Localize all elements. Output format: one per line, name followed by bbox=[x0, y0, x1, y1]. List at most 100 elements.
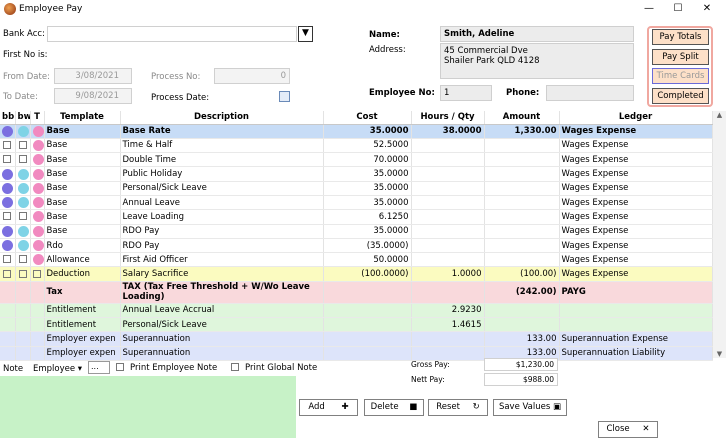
table-row[interactable]: Entitlement Personal/Sick Leave 1.4615 bbox=[0, 317, 713, 333]
template-cell[interactable]: Base bbox=[44, 224, 121, 239]
description-cell[interactable]: Time & Half bbox=[120, 138, 324, 154]
table-row[interactable]: Base Double Time 70.0000 Wages Expense bbox=[0, 152, 713, 168]
table-row[interactable]: Entitlement Annual Leave Accrual 2.9230 bbox=[0, 303, 713, 319]
cost-cell[interactable] bbox=[323, 317, 412, 333]
bw-cell[interactable] bbox=[15, 303, 31, 319]
cost-cell[interactable] bbox=[323, 331, 412, 347]
bb-cell[interactable] bbox=[0, 124, 16, 139]
amount-cell[interactable] bbox=[484, 152, 560, 168]
checkbox[interactable] bbox=[18, 212, 27, 221]
bb-cell[interactable] bbox=[0, 252, 16, 268]
table-row[interactable]: Base Personal/Sick Leave 35.0000 Wages Expe… bbox=[0, 181, 713, 196]
bb-flag-icon[interactable] bbox=[2, 225, 13, 237]
amount-cell[interactable] bbox=[484, 252, 560, 268]
checkbox[interactable] bbox=[3, 255, 12, 264]
col-cost[interactable]: Cost bbox=[323, 111, 412, 125]
ledger-cell[interactable]: Wages Expense bbox=[559, 209, 713, 225]
checkbox[interactable] bbox=[33, 269, 41, 278]
bw-cell[interactable] bbox=[15, 195, 31, 211]
description-cell[interactable]: Leave Loading bbox=[120, 209, 324, 225]
col-t[interactable]: T bbox=[30, 111, 45, 125]
hours-cell[interactable]: 1.0000 bbox=[411, 266, 485, 282]
add-button[interactable]: Add ✚ bbox=[299, 399, 358, 416]
t-cell[interactable] bbox=[30, 317, 45, 333]
bw-cell[interactable] bbox=[15, 252, 31, 268]
first-no-input[interactable] bbox=[47, 47, 289, 63]
type-flag-icon[interactable] bbox=[32, 197, 43, 209]
description-cell[interactable]: Personal/Sick Leave bbox=[120, 317, 324, 333]
col-description[interactable]: Description bbox=[120, 111, 324, 125]
delete-button[interactable]: Delete ■ bbox=[364, 399, 424, 416]
template-cell[interactable]: Base bbox=[44, 152, 121, 168]
to-date-input[interactable]: 9/08/2021 bbox=[54, 88, 132, 104]
template-cell[interactable]: Base bbox=[44, 166, 121, 182]
scroll-down-icon[interactable]: ▼ bbox=[713, 350, 726, 358]
description-cell[interactable]: TAX (Tax Free Threshold + W/Wo Leave Loa… bbox=[120, 281, 324, 304]
type-flag-icon[interactable] bbox=[32, 240, 43, 252]
bb-cell[interactable] bbox=[0, 317, 16, 333]
template-cell[interactable]: Allowance bbox=[44, 252, 121, 268]
table-row[interactable]: Deduction Salary Sacrifice (100.0000) 1.000… bbox=[0, 266, 713, 282]
type-flag-icon[interactable] bbox=[32, 225, 43, 237]
bb-flag-icon[interactable] bbox=[2, 168, 13, 180]
hours-cell[interactable] bbox=[411, 331, 485, 347]
amount-cell[interactable] bbox=[484, 238, 560, 254]
bb-cell[interactable] bbox=[0, 266, 16, 282]
t-cell[interactable] bbox=[30, 266, 45, 282]
template-cell[interactable]: Rdo bbox=[44, 238, 121, 254]
bb-flag-icon[interactable] bbox=[2, 197, 13, 209]
table-row[interactable]: Base Leave Loading 6.1250 Wages Expense bbox=[0, 209, 713, 225]
bw-flag-icon[interactable] bbox=[17, 197, 29, 209]
hours-cell[interactable] bbox=[411, 138, 485, 154]
amount-cell[interactable] bbox=[484, 209, 560, 225]
cost-cell[interactable]: 70.0000 bbox=[323, 152, 412, 168]
description-cell[interactable]: Annual Leave bbox=[120, 195, 324, 211]
bw-cell[interactable] bbox=[15, 209, 31, 225]
checkbox[interactable] bbox=[18, 155, 27, 164]
ledger-cell[interactable]: Wages Expense bbox=[559, 181, 713, 196]
table-row[interactable]: Base Time & Half 52.5000 Wages Expense bbox=[0, 138, 713, 154]
ledger-cell[interactable]: Superannuation Expense bbox=[559, 331, 713, 347]
hours-cell[interactable]: 2.9230 bbox=[411, 303, 485, 319]
t-cell[interactable] bbox=[30, 152, 45, 168]
description-cell[interactable]: Superannuation bbox=[120, 346, 324, 361]
note-browse-button[interactable]: ... bbox=[88, 361, 110, 374]
amount-cell[interactable] bbox=[484, 303, 560, 319]
ledger-cell[interactable]: Wages Expense bbox=[559, 252, 713, 268]
bb-cell[interactable] bbox=[0, 346, 16, 361]
time-cards-button[interactable]: Time Cards bbox=[652, 68, 709, 84]
bb-cell[interactable] bbox=[0, 152, 16, 168]
t-cell[interactable] bbox=[30, 238, 45, 254]
ledger-cell[interactable]: Wages Expense bbox=[559, 224, 713, 239]
amount-cell[interactable] bbox=[484, 317, 560, 333]
t-cell[interactable] bbox=[30, 124, 45, 139]
cost-cell[interactable] bbox=[323, 346, 412, 361]
bb-cell[interactable] bbox=[0, 181, 16, 196]
bb-cell[interactable] bbox=[0, 195, 16, 211]
bb-cell[interactable] bbox=[0, 303, 16, 319]
bb-cell[interactable] bbox=[0, 209, 16, 225]
type-flag-icon[interactable] bbox=[32, 125, 43, 137]
bw-flag-icon[interactable] bbox=[17, 240, 29, 252]
checkbox[interactable] bbox=[18, 269, 27, 278]
table-row[interactable]: Employer expen Superannuation 133.00 Supera… bbox=[0, 331, 713, 347]
bb-cell[interactable] bbox=[0, 166, 16, 182]
ledger-cell[interactable]: Wages Expense bbox=[559, 166, 713, 182]
process-no-input[interactable]: 0 bbox=[214, 68, 290, 84]
description-cell[interactable]: Double Time bbox=[120, 152, 324, 168]
ledger-cell[interactable]: Wages Expense bbox=[559, 124, 713, 139]
template-cell[interactable]: Base bbox=[44, 195, 121, 211]
cost-cell[interactable]: (35.0000) bbox=[323, 238, 412, 254]
template-cell[interactable]: Employer expen bbox=[44, 331, 121, 347]
bw-flag-icon[interactable] bbox=[17, 125, 29, 137]
t-cell[interactable] bbox=[30, 209, 45, 225]
bb-flag-icon[interactable] bbox=[2, 182, 13, 194]
bb-cell[interactable] bbox=[0, 138, 16, 154]
close-window-button[interactable]: ✕ bbox=[697, 2, 717, 16]
print-global-note-checkbox[interactable] bbox=[231, 363, 239, 371]
ledger-cell[interactable] bbox=[559, 303, 713, 319]
cost-cell[interactable]: 35.0000 bbox=[323, 166, 412, 182]
bw-cell[interactable] bbox=[15, 346, 31, 361]
amount-cell[interactable] bbox=[484, 224, 560, 239]
checkbox[interactable] bbox=[3, 212, 12, 221]
